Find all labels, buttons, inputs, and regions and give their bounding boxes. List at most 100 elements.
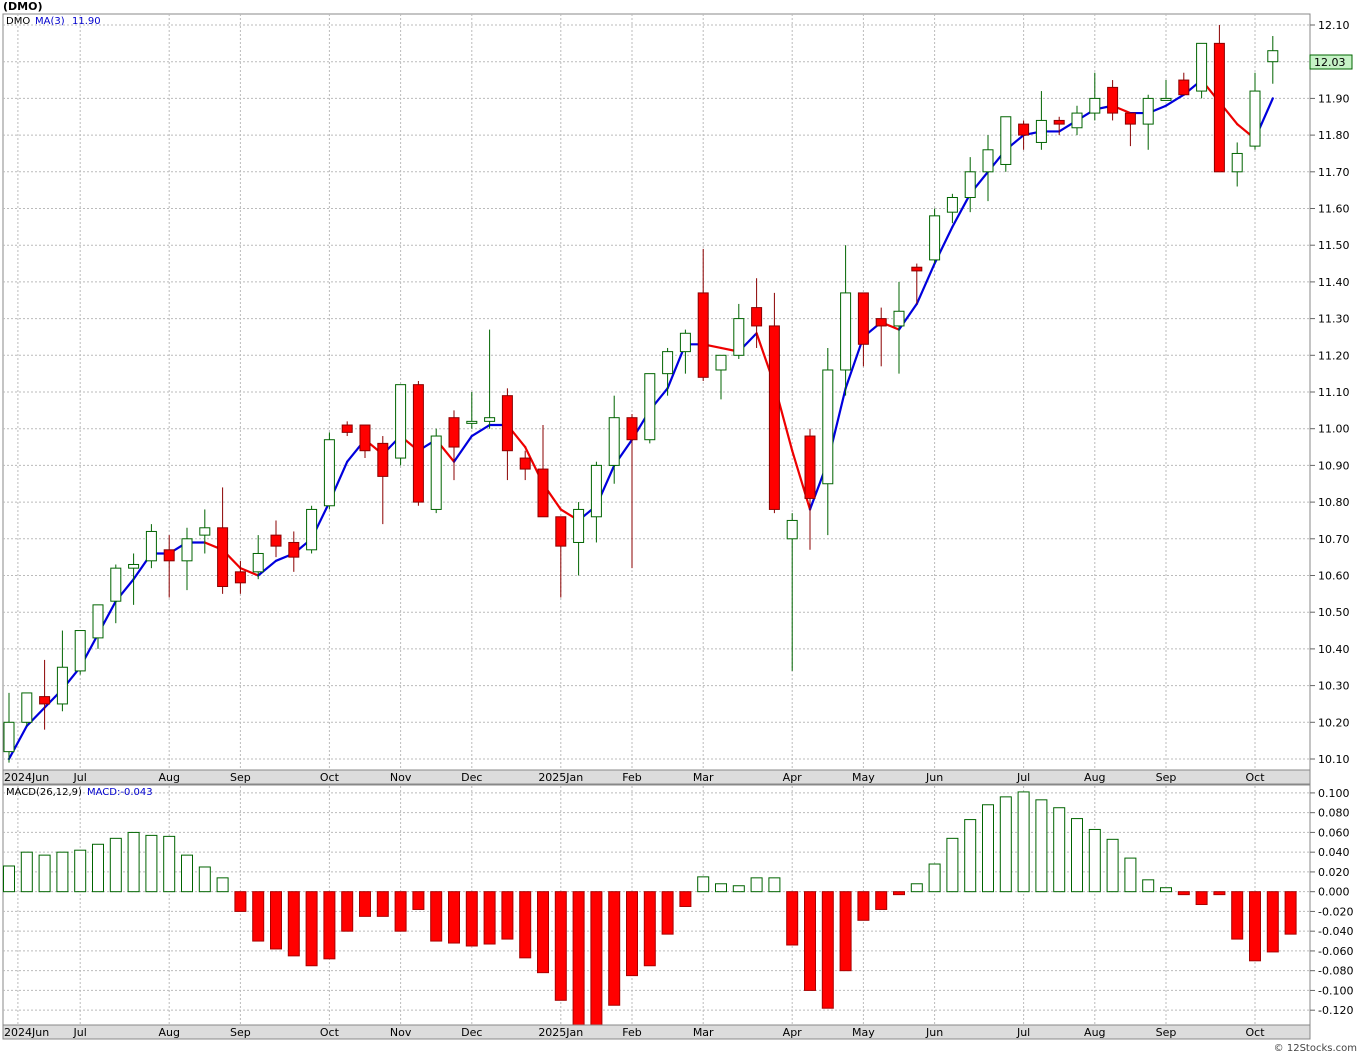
price-y-tick-label: 11.50 bbox=[1318, 239, 1350, 252]
macd-bar bbox=[1124, 857, 1137, 893]
macd-bar bbox=[92, 843, 104, 893]
macd-bar bbox=[1284, 891, 1297, 935]
macd-y-tick-label: 0.060 bbox=[1318, 826, 1350, 839]
candle-body bbox=[377, 442, 389, 477]
candle-body bbox=[1160, 97, 1172, 101]
candle-body bbox=[644, 373, 656, 441]
candle-body bbox=[804, 435, 816, 499]
macd-bar bbox=[323, 891, 336, 960]
candle-body bbox=[1053, 119, 1065, 125]
macd-x-tick-label: Aug bbox=[1084, 1026, 1105, 1039]
candle-body bbox=[74, 630, 86, 672]
price-y-tick-label: 10.30 bbox=[1318, 680, 1350, 693]
macd-x-axis-bar bbox=[2, 1024, 1311, 1040]
macd-y-tick-label: -0.060 bbox=[1318, 945, 1353, 958]
price-x-tick-label: Apr bbox=[783, 771, 803, 784]
macd-bar bbox=[750, 877, 763, 893]
macd-bar bbox=[412, 891, 425, 910]
macd-bar bbox=[1213, 891, 1226, 896]
macd-bar bbox=[198, 866, 211, 893]
macd-y-tick-label: -0.120 bbox=[1318, 1004, 1353, 1017]
macd-x-tick-label: 2025Jan bbox=[538, 1026, 583, 1039]
macd-bar bbox=[109, 837, 122, 893]
macd-bar bbox=[376, 891, 389, 917]
candle-body bbox=[412, 384, 424, 503]
price-x-tick-label: Aug bbox=[1084, 771, 1105, 784]
macd-bar bbox=[1142, 879, 1155, 893]
price-x-tick-label: Mar bbox=[693, 771, 714, 784]
price-x-axis-bar bbox=[2, 769, 1311, 785]
candle-body bbox=[92, 604, 104, 639]
price-x-tick-label: Jul bbox=[73, 771, 87, 784]
candle-body bbox=[323, 439, 335, 507]
macd-bar bbox=[643, 891, 656, 967]
macd-bar bbox=[964, 819, 977, 893]
macd-bar bbox=[1266, 891, 1279, 953]
candle-body bbox=[608, 417, 620, 466]
symbol-label: DMO bbox=[6, 16, 30, 27]
candle-body bbox=[199, 527, 211, 536]
candle-body bbox=[1178, 79, 1190, 96]
macd-x-tick-label: Apr bbox=[783, 1026, 803, 1039]
macd-x-tick-label: Jul bbox=[1016, 1026, 1030, 1039]
price-y-tick-label: 11.10 bbox=[1318, 386, 1350, 399]
candle-body bbox=[128, 563, 140, 569]
macd-bar bbox=[501, 891, 514, 940]
macd-x-tick-label: Jul bbox=[73, 1026, 87, 1039]
price-y-tick-label: 10.70 bbox=[1318, 533, 1350, 546]
price-y-tick-label: 10.40 bbox=[1318, 643, 1350, 656]
price-x-tick-label: Oct bbox=[1245, 771, 1265, 784]
macd-y-tick-label: 0.020 bbox=[1318, 866, 1350, 879]
macd-y-tick-label: -0.020 bbox=[1318, 905, 1353, 918]
macd-x-tick-label: Nov bbox=[390, 1026, 412, 1039]
candle-body bbox=[1000, 116, 1012, 165]
candle-body bbox=[288, 541, 300, 558]
footer-credit: © 12Stocks.com bbox=[1274, 1043, 1357, 1054]
price-x-tick-label: Oct bbox=[320, 771, 340, 784]
candle-body bbox=[145, 530, 157, 562]
macd-x-tick-label: May bbox=[852, 1026, 875, 1039]
macd-bar bbox=[572, 891, 585, 1026]
price-x-tick-label: Dec bbox=[461, 771, 482, 784]
candle-body bbox=[306, 508, 318, 551]
macd-bar bbox=[768, 877, 781, 893]
macd-y-tick-label: 0.100 bbox=[1318, 787, 1350, 800]
macd-x-tick-label: Feb bbox=[622, 1026, 641, 1039]
candle-body bbox=[964, 171, 976, 198]
price-x-tick-label: Jun bbox=[925, 771, 943, 784]
candle-body bbox=[822, 369, 834, 485]
candle-body bbox=[768, 325, 780, 510]
price-x-tick-label: 2025Jan bbox=[538, 771, 583, 784]
macd-bar bbox=[554, 891, 567, 1001]
macd-bar bbox=[163, 835, 176, 893]
macd-bar bbox=[910, 883, 923, 893]
ma-value: 11.90 bbox=[72, 16, 101, 27]
price-y-tick-label: 10.50 bbox=[1318, 606, 1350, 619]
candle-body bbox=[56, 666, 68, 705]
macd-bar bbox=[1035, 799, 1048, 893]
candle-body bbox=[590, 464, 602, 518]
price-y-tick-label: 11.30 bbox=[1318, 313, 1350, 326]
macd-bar bbox=[715, 883, 727, 893]
candle-body bbox=[1107, 86, 1119, 114]
macd-bar bbox=[1053, 807, 1066, 893]
macd-bar bbox=[287, 891, 300, 957]
macd-bar bbox=[465, 891, 478, 947]
price-x-tick-label: May bbox=[852, 771, 875, 784]
candle-body bbox=[3, 721, 15, 753]
macd-bar bbox=[893, 891, 905, 896]
candle-body bbox=[573, 508, 585, 543]
candle-body bbox=[840, 292, 852, 371]
macd-x-tick-label: Oct bbox=[320, 1026, 340, 1039]
price-y-tick-label: 11.80 bbox=[1318, 129, 1350, 142]
macd-bar bbox=[74, 849, 87, 893]
macd-bar bbox=[804, 891, 816, 991]
macd-bar bbox=[537, 891, 549, 974]
candle-body bbox=[537, 468, 549, 518]
macd-x-tick-label: Dec bbox=[461, 1026, 482, 1039]
price-y-tick-label: 10.90 bbox=[1318, 459, 1350, 472]
macd-x-tick-label: Sep bbox=[230, 1026, 251, 1039]
macd-bar bbox=[1160, 887, 1172, 893]
macd-bar bbox=[56, 851, 69, 893]
macd-bar bbox=[590, 891, 603, 1026]
